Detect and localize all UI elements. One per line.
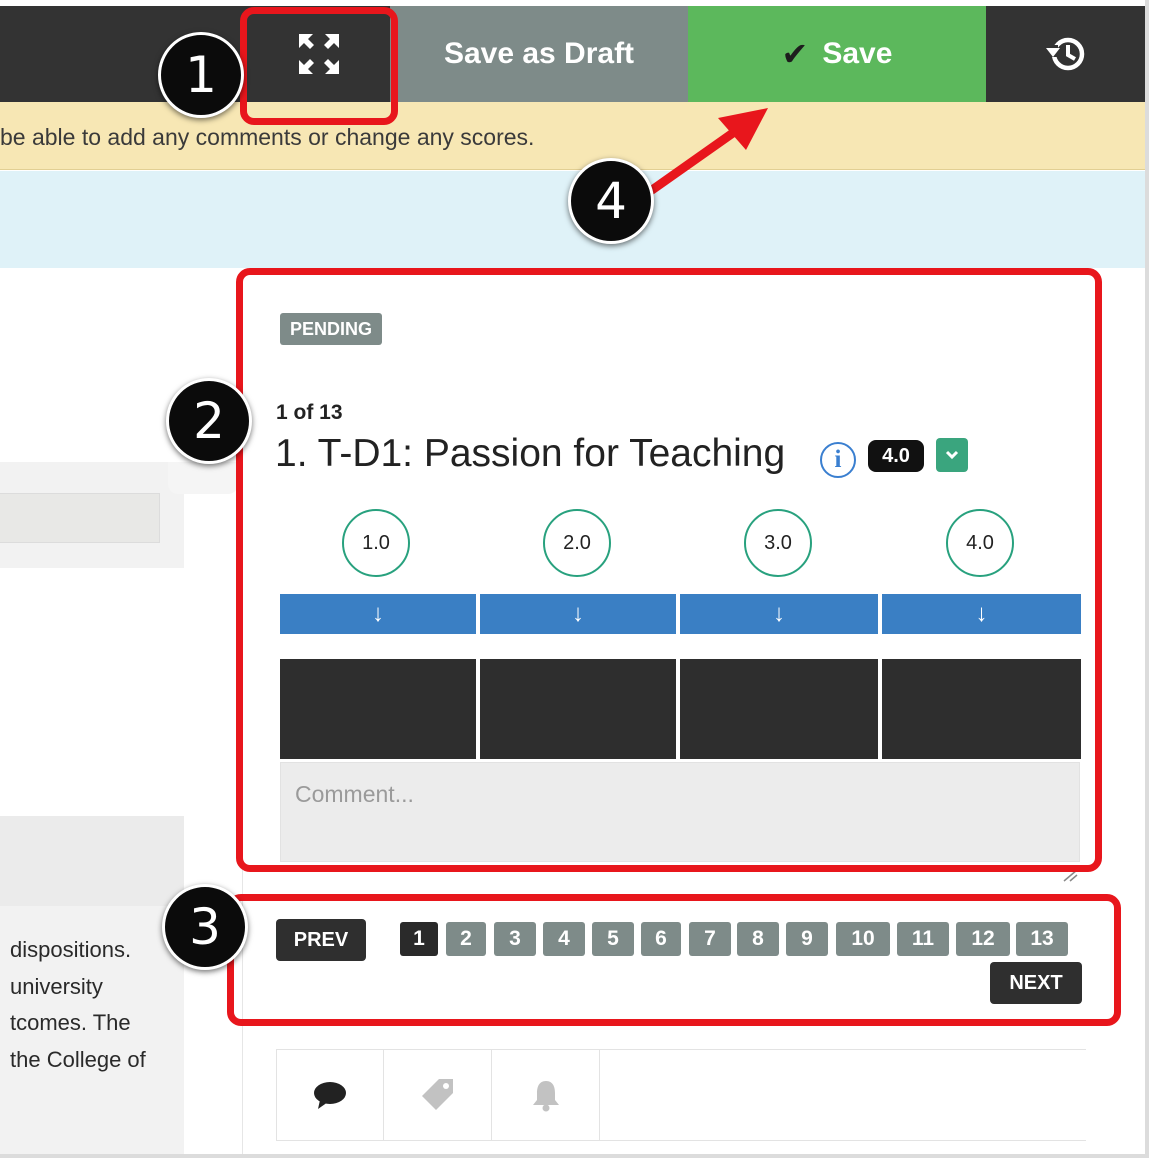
description-line: tcomes. The [10, 1010, 131, 1035]
annotation-step-marker: 2 [166, 378, 252, 464]
level-description[interactable] [480, 659, 676, 759]
page-button-12[interactable]: 12 [956, 922, 1010, 956]
page-button-9[interactable]: 9 [786, 922, 828, 956]
bell-icon [532, 1081, 559, 1112]
comment-input[interactable]: Comment... [280, 762, 1080, 862]
page-button-6[interactable]: 6 [641, 922, 681, 956]
save-as-draft-button[interactable]: Save as Draft [390, 6, 688, 102]
left-panel-field [0, 493, 160, 543]
next-button[interactable]: NEXT [990, 962, 1082, 1004]
arrow-down-icon: ↓ [372, 600, 384, 627]
save-label: Save [822, 37, 893, 70]
level-score-circle: 2.0 [543, 509, 611, 577]
tag-icon [421, 1079, 453, 1110]
frame-edge [0, 1154, 1149, 1158]
criterion-title: 1. T-D1: Passion for Teaching [275, 432, 786, 475]
score-dropdown-button[interactable] [936, 438, 968, 472]
annotation-step-marker: 1 [158, 32, 244, 118]
left-panel-description: dispositions. university tcomes. The the… [10, 932, 184, 1078]
annotation-step-marker: 4 [568, 158, 654, 244]
page-button-8[interactable]: 8 [737, 922, 779, 956]
app-frame: Save as Draft ✔ Save be able to add any … [0, 0, 1149, 1158]
save-as-draft-label: Save as Draft [443, 37, 635, 70]
frame-edge [1145, 0, 1149, 1158]
select-level-button[interactable]: ↓ [680, 594, 878, 634]
level-score-circle: 3.0 [744, 509, 812, 577]
arrow-down-icon: ↓ [572, 600, 584, 627]
page-button-10[interactable]: 10 [836, 922, 890, 956]
arrow-down-icon: ↓ [773, 600, 785, 627]
annotation-step-marker: 3 [162, 884, 248, 970]
checkmark-icon: ✔ [781, 36, 809, 72]
tab-comments[interactable] [276, 1050, 384, 1140]
left-panel-header [0, 816, 184, 906]
comment-placeholder: Comment... [295, 781, 414, 807]
save-button[interactable]: ✔ Save [688, 6, 986, 102]
fullscreen-button[interactable] [250, 6, 388, 102]
description-line: the College of [10, 1046, 146, 1072]
select-level-button[interactable]: ↓ [882, 594, 1081, 634]
level-score-circle: 4.0 [946, 509, 1014, 577]
page-button-13[interactable]: 13 [1016, 922, 1068, 956]
warning-banner: be able to add any comments or change an… [0, 102, 1145, 170]
left-panel-tab [168, 462, 238, 494]
info-icon[interactable]: i [820, 442, 856, 478]
history-icon [1045, 37, 1084, 71]
arrow-down-icon: ↓ [975, 600, 988, 627]
tab-tags[interactable] [384, 1050, 492, 1140]
description-line: university [10, 973, 103, 999]
select-level-button[interactable]: ↓ [480, 594, 676, 634]
expand-icon [299, 34, 339, 74]
description-line: dispositions. [10, 937, 132, 962]
page-button-7[interactable]: 7 [689, 922, 731, 956]
chevron-down-icon [945, 450, 959, 460]
history-button[interactable] [986, 6, 1145, 102]
score-badge: 4.0 [868, 440, 924, 472]
bottom-tab-bar [276, 1049, 1086, 1141]
page-button-2[interactable]: 2 [446, 922, 486, 956]
page-button-11[interactable]: 11 [897, 922, 949, 956]
status-badge: PENDING [280, 313, 382, 345]
page-button-1[interactable]: 1 [400, 922, 438, 956]
tab-notifications[interactable] [492, 1050, 600, 1140]
level-description[interactable] [280, 659, 476, 759]
page-button-3[interactable]: 3 [494, 922, 536, 956]
page-button-5[interactable]: 5 [592, 922, 634, 956]
annotation-arrow-icon [647, 108, 768, 195]
prev-button[interactable]: PREV [276, 919, 366, 961]
comment-icon [314, 1082, 346, 1109]
level-score-circle: 1.0 [342, 509, 410, 577]
warning-text: be able to add any comments or change an… [0, 124, 535, 150]
level-description[interactable] [882, 659, 1081, 759]
select-level-button[interactable]: ↓ [280, 594, 476, 634]
criterion-count: 1 of 13 [276, 401, 343, 424]
resize-handle-icon[interactable] [1062, 868, 1078, 882]
level-description[interactable] [680, 659, 878, 759]
page-button-4[interactable]: 4 [543, 922, 585, 956]
